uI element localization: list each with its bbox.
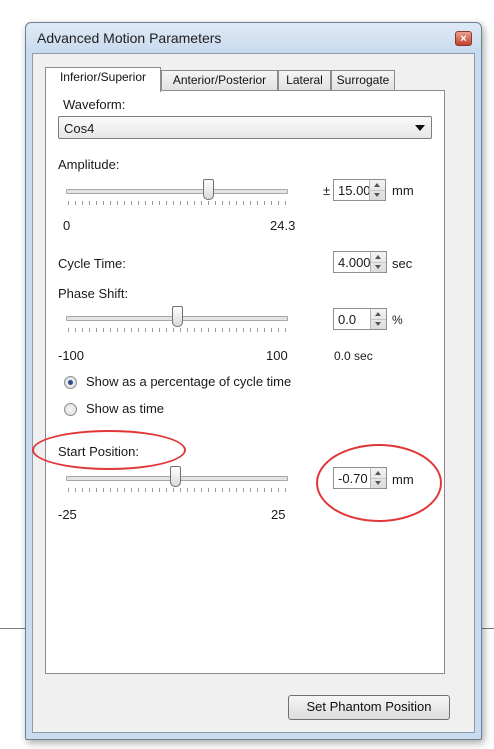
dialog-client: Inferior/Superior Anterior/Posterior Lat… — [32, 53, 475, 733]
phase-shift-value: 0.0 — [338, 312, 357, 327]
phase-shift-spinbox[interactable]: 0.0 — [333, 308, 387, 330]
slider-ticks — [68, 488, 286, 492]
amplitude-spinbox[interactable]: 15.00 — [333, 179, 386, 201]
tab-lateral[interactable]: Lateral — [278, 70, 331, 90]
phase-shift-label: Phase Shift: — [58, 286, 129, 301]
waveform-dropdown[interactable]: Cos4 — [58, 116, 432, 139]
spin-down-icon[interactable] — [371, 262, 386, 272]
close-button[interactable]: × — [455, 31, 472, 46]
close-icon: × — [460, 33, 467, 45]
tab-label: Lateral — [286, 73, 323, 87]
background-line-left — [0, 628, 26, 629]
spin-buttons — [370, 252, 386, 272]
slider-thumb[interactable] — [203, 179, 215, 200]
background-line-right — [482, 628, 494, 629]
annotation-circle-label — [32, 430, 186, 470]
tab-anterior-posterior[interactable]: Anterior/Posterior — [161, 70, 278, 90]
tab-label: Anterior/Posterior — [172, 73, 267, 87]
title-bar[interactable]: Advanced Motion Parameters × — [26, 23, 481, 53]
phase-shift-min: -100 — [58, 348, 85, 363]
tab-panel: Waveform: Cos4 Amplitude: 0 24.3 ± 15.00 — [32, 90, 445, 674]
set-phantom-position-label: Set Phantom Position — [306, 699, 432, 714]
tab-inferior-superior[interactable]: Inferior/Superior — [45, 67, 161, 92]
start-position-max: 25 — [271, 507, 286, 522]
tab-label: Inferior/Superior — [59, 70, 147, 84]
tab-label: Surrogate — [336, 73, 390, 87]
phase-shift-max: 100 — [266, 348, 288, 363]
slider-ticks — [68, 201, 286, 205]
spin-buttons — [370, 309, 386, 329]
annotation-circle-value — [316, 444, 442, 522]
chevron-down-icon — [415, 125, 425, 131]
slider-ticks — [68, 328, 286, 332]
phase-shift-slider[interactable] — [66, 306, 288, 336]
cycle-time-label: Cycle Time: — [58, 256, 126, 271]
slider-thumb[interactable] — [172, 306, 183, 327]
waveform-label: Waveform: — [63, 97, 126, 112]
phase-shift-seconds: 0.0 sec — [334, 349, 373, 363]
cycle-time-unit: sec — [392, 256, 413, 271]
cycle-time-spinbox[interactable]: 4.000 — [333, 251, 387, 273]
amplitude-min: 0 — [63, 218, 71, 233]
tab-surrogate[interactable]: Surrogate — [331, 70, 395, 90]
radio-percentage-label[interactable]: Show as a percentage of cycle time — [86, 374, 291, 389]
radio-percentage[interactable] — [64, 376, 77, 389]
radio-time-label[interactable]: Show as time — [86, 401, 164, 416]
amplitude-label: Amplitude: — [58, 157, 120, 172]
advanced-motion-dialog: Advanced Motion Parameters × Inferior/Su… — [25, 22, 482, 740]
cycle-time-value: 4.000 — [338, 255, 371, 270]
start-position-slider[interactable] — [66, 466, 288, 496]
spin-down-icon[interactable] — [371, 319, 386, 329]
slider-thumb[interactable] — [169, 466, 181, 487]
amplitude-value: 15.00 — [338, 183, 371, 198]
plus-minus-symbol: ± — [323, 183, 331, 198]
waveform-value: Cos4 — [64, 121, 95, 136]
amplitude-unit: mm — [392, 183, 414, 198]
slider-track — [66, 189, 288, 194]
set-phantom-position-button[interactable]: Set Phantom Position — [288, 695, 450, 720]
phase-shift-unit: % — [392, 313, 403, 327]
window-title: Advanced Motion Parameters — [37, 30, 222, 46]
radio-time[interactable] — [64, 403, 77, 416]
amplitude-slider[interactable] — [66, 179, 288, 209]
spin-buttons — [369, 180, 385, 200]
spin-down-icon[interactable] — [370, 190, 385, 200]
start-position-min: -25 — [58, 507, 77, 522]
amplitude-max: 24.3 — [270, 218, 296, 233]
